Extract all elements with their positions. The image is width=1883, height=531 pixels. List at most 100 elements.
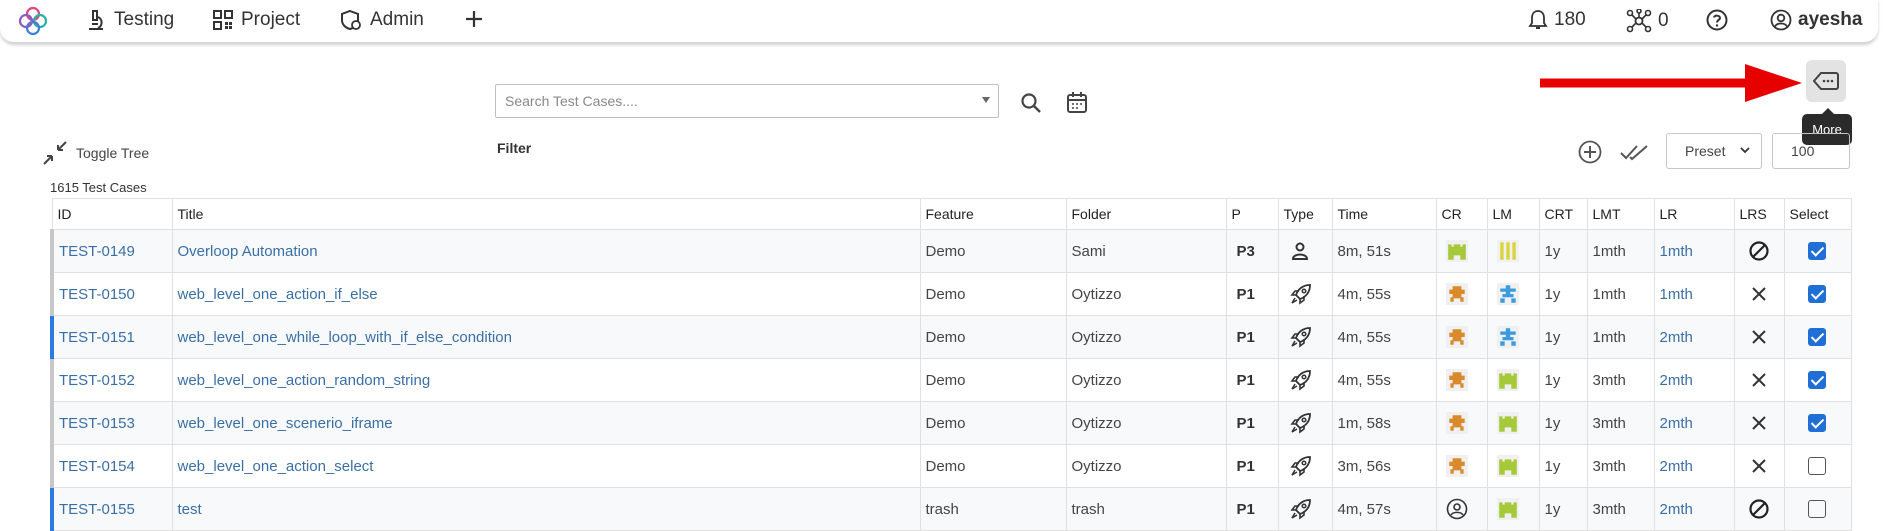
priority-cell: P1 — [1225, 444, 1279, 488]
add-circle-icon[interactable] — [1578, 140, 1602, 164]
test-title-link[interactable]: test — [171, 487, 921, 531]
nav-project[interactable]: Project — [213, 9, 300, 31]
last-run-link[interactable]: 2mth — [1653, 401, 1735, 445]
test-id-link[interactable]: TEST-0153 — [50, 401, 173, 445]
last-run-status-cell — [1733, 358, 1785, 402]
type-cell — [1277, 358, 1333, 402]
select-cell[interactable] — [1783, 401, 1852, 445]
table-row[interactable]: TEST-0149 Overloop Automation Demo Sami P3 8m… — [50, 229, 1852, 273]
table-row[interactable]: TEST-0155 test trash trash P1 4m, 57s 1y 3mth 2m… — [50, 487, 1852, 531]
plus-icon — [466, 11, 482, 27]
type-cell — [1277, 229, 1333, 273]
notifications-button[interactable]: 180 — [1528, 9, 1586, 31]
add-nav-button[interactable] — [464, 9, 492, 29]
app-logo[interactable] — [18, 6, 48, 36]
test-id-link[interactable]: TEST-0152 — [50, 358, 173, 402]
row-select-checkbox[interactable] — [1807, 285, 1826, 304]
nav-admin-label: Admin — [370, 9, 424, 30]
test-id-link[interactable]: TEST-0149 — [50, 229, 173, 273]
crt-cell: 1y — [1538, 401, 1588, 445]
row-select-checkbox[interactable] — [1807, 242, 1826, 261]
test-title-link[interactable]: web_level_one_scenerio_iframe — [171, 401, 921, 445]
col-header-lrs[interactable]: LRS — [1733, 198, 1785, 230]
col-header-type[interactable]: Type — [1277, 198, 1333, 230]
col-header-lr[interactable]: LR — [1653, 198, 1735, 230]
calendar-icon[interactable] — [1066, 91, 1088, 114]
row-select-checkbox[interactable] — [1807, 414, 1826, 433]
modified-by-cell — [1486, 487, 1540, 531]
col-header-feature[interactable]: Feature — [919, 198, 1067, 230]
table-row[interactable]: TEST-0151 web_level_one_while_loop_with_i… — [50, 315, 1852, 359]
last-run-link[interactable]: 2mth — [1653, 444, 1735, 488]
col-header-select[interactable]: Select — [1783, 198, 1852, 230]
col-header-folder[interactable]: Folder — [1065, 198, 1227, 230]
table-row[interactable]: TEST-0152 web_level_one_action_random_str… — [50, 358, 1852, 402]
network-icon — [1626, 9, 1652, 33]
test-id-link[interactable]: TEST-0155 — [50, 487, 173, 531]
last-run-link[interactable]: 1mth — [1653, 272, 1735, 316]
col-header-title[interactable]: Title — [171, 198, 921, 230]
orange-avatar — [1445, 369, 1468, 391]
select-cell[interactable] — [1783, 358, 1852, 402]
last-run-link[interactable]: 2mth — [1653, 315, 1735, 359]
network-button[interactable]: 0 — [1626, 9, 1669, 33]
col-header-crt[interactable]: CRT — [1538, 198, 1588, 230]
row-select-checkbox[interactable] — [1807, 457, 1826, 476]
test-id-link[interactable]: TEST-0151 — [50, 315, 173, 359]
user-menu[interactable]: ayesha — [1770, 9, 1862, 31]
col-header-lmt[interactable]: LMT — [1586, 198, 1655, 230]
table-row[interactable]: TEST-0154 web_level_one_action_select Demo… — [50, 444, 1852, 488]
dropdown-caret-icon[interactable] — [982, 97, 990, 103]
last-run-status-cell — [1733, 444, 1785, 488]
nav-admin[interactable]: Admin — [340, 9, 424, 31]
created-by-cell — [1435, 229, 1488, 273]
test-title-link[interactable]: Overloop Automation — [171, 229, 921, 273]
qr-code-icon — [213, 10, 233, 30]
x-icon — [1752, 287, 1766, 301]
test-title-link[interactable]: web_level_one_action_select — [171, 444, 921, 488]
person-icon — [1291, 242, 1308, 260]
col-header-cr[interactable]: CR — [1435, 198, 1488, 230]
col-header-id[interactable]: ID — [51, 198, 173, 230]
col-header-priority[interactable]: P — [1225, 198, 1279, 230]
select-cell[interactable] — [1783, 272, 1852, 316]
row-select-checkbox[interactable] — [1807, 328, 1826, 347]
last-run-status-cell — [1733, 229, 1785, 273]
test-title-link[interactable]: web_level_one_action_if_else — [171, 272, 921, 316]
more-button[interactable] — [1806, 60, 1846, 102]
test-title-link[interactable]: web_level_one_action_random_string — [171, 358, 921, 402]
table-row[interactable]: TEST-0150 web_level_one_action_if_else Dem… — [50, 272, 1852, 316]
filter-label[interactable]: Filter — [497, 140, 531, 156]
page-size-select[interactable]: 100 — [1772, 133, 1850, 169]
row-select-checkbox[interactable] — [1807, 500, 1826, 519]
orange-avatar — [1445, 283, 1468, 305]
last-run-link[interactable]: 1mth — [1653, 229, 1735, 273]
select-cell[interactable] — [1783, 229, 1852, 273]
modified-by-cell — [1486, 272, 1540, 316]
test-id-link[interactable]: TEST-0150 — [50, 272, 173, 316]
toggle-tree-button[interactable]: Toggle Tree — [42, 140, 149, 166]
last-run-link[interactable]: 2mth — [1653, 358, 1735, 402]
time-cell: 4m, 55s — [1331, 358, 1437, 402]
search-input[interactable] — [496, 85, 967, 117]
nav-project-label: Project — [241, 9, 301, 30]
table-row[interactable]: TEST-0153 web_level_one_scenerio_iframe De… — [50, 401, 1852, 445]
modified-by-cell — [1486, 315, 1540, 359]
select-cell[interactable] — [1783, 444, 1852, 488]
select-cell[interactable] — [1783, 487, 1852, 531]
preset-select[interactable]: Preset — [1666, 133, 1762, 169]
nav-testing[interactable]: Testing — [86, 9, 174, 31]
test-title-link[interactable]: web_level_one_while_loop_with_if_else_co… — [171, 315, 921, 359]
last-run-link[interactable]: 2mth — [1653, 487, 1735, 531]
row-select-checkbox[interactable] — [1807, 371, 1826, 390]
help-button[interactable] — [1706, 9, 1734, 31]
search-icon[interactable] — [1020, 92, 1042, 114]
double-check-icon[interactable] — [1620, 142, 1648, 162]
select-cell[interactable] — [1783, 315, 1852, 359]
search-field[interactable] — [495, 84, 999, 118]
col-header-time[interactable]: Time — [1331, 198, 1437, 230]
col-header-lm[interactable]: LM — [1486, 198, 1540, 230]
orange-avatar — [1445, 326, 1468, 348]
time-cell: 4m, 55s — [1331, 272, 1437, 316]
test-id-link[interactable]: TEST-0154 — [50, 444, 173, 488]
